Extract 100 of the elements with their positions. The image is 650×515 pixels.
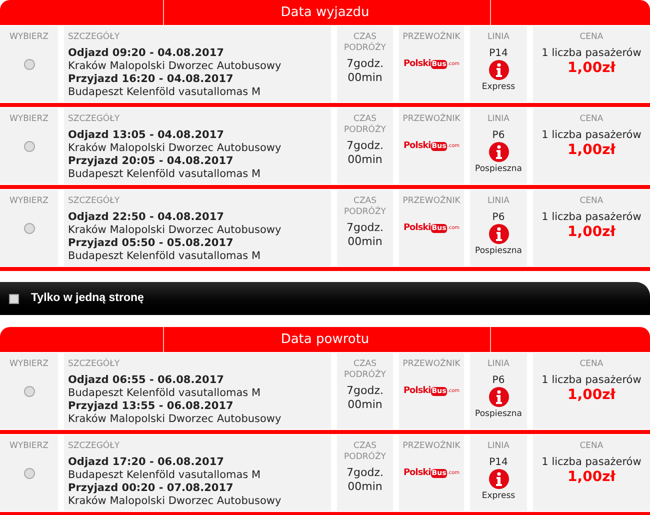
passenger-count: 1 liczba pasażerów [542,47,642,60]
line-type: Pospieszna [475,246,522,257]
column-header: LINIA [488,359,510,370]
column-header: LINIA [488,196,510,207]
column-header: PRZEWOŹNIK [402,196,460,207]
price: 1,00zł [568,387,616,404]
station-name: Kraków Malopolski Dworzec Autobusowy [68,224,282,237]
line-number: P6 [492,212,505,224]
column-header: SZCZEGÓŁY [68,359,121,370]
column-header: WYBIERZ [9,32,49,43]
duration-text: 7godz. [346,221,384,235]
logo-text: Polski [403,140,431,153]
info-icon[interactable] [488,60,508,80]
line-number: P6 [492,130,505,142]
duration-text: 00min [348,480,382,494]
station-name: Budapeszt Kelenföld vasutallomas M [68,250,262,263]
logo-text: Polski [403,58,431,71]
arrival-time: Przyjazd 00:20 - 07.08.2017 [68,482,234,495]
station-name: Budapeszt Kelenföld vasutallomas M [68,168,262,181]
column-header: PODRÓŻY [344,370,386,381]
station-name: Kraków Malopolski Dworzec Autobusowy [68,495,282,508]
info-icon[interactable] [488,142,508,162]
price: 1,00zł [568,469,616,486]
duration-text: 00min [348,153,382,167]
passenger-count: 1 liczba pasażerów [542,374,642,387]
passenger-count: 1 liczba pasażerów [542,129,642,142]
column-header: PODRÓŻY [344,125,386,136]
station-name: Budapeszt Kelenföld vasutallomas M [68,86,262,99]
column-header: CZAS [354,32,376,42]
duration-text: 00min [348,71,382,85]
departure-time: Odjazd 09:20 - 04.08.2017 [68,47,225,60]
column-header: CZAS [354,359,376,369]
info-icon[interactable] [488,387,508,407]
price: 1,00zł [568,142,616,159]
column-header: PRZEWOŹNIK [402,32,460,43]
column-header: LINIA [488,441,510,452]
station-name: Kraków Malopolski Dworzec Autobusowy [68,60,282,73]
arrival-time: Przyjazd 13:55 - 06.08.2017 [68,400,234,413]
logo-text: Polski [403,467,431,480]
column-header: PRZEWOŹNIK [402,114,460,125]
line-number: P6 [492,375,505,387]
radio-button[interactable] [24,59,34,70]
station-name: Budapeszt Kelenföld vasutallomas M [68,469,262,482]
departure-time: Odjazd 17:20 - 06.08.2017 [68,456,225,469]
column-header: CZAS [354,441,376,451]
column-header: PODRÓŻY [344,43,386,54]
duration-text: 7godz. [346,57,384,71]
column-header: CENA [580,114,604,125]
info-icon[interactable] [488,224,508,244]
column-header: SZCZEGÓŁY [68,441,121,452]
passenger-count: 1 liczba pasażerów [542,211,642,224]
passenger-count: 1 liczba pasażerów [542,456,642,469]
column-header: CENA [580,196,604,207]
column-header: SZCZEGÓŁY [68,114,121,125]
column-header: WYBIERZ [9,441,49,452]
line-type: Express [482,491,516,502]
radio-button[interactable] [24,468,34,479]
duration-text: 7godz. [346,384,384,398]
departure-time: Odjazd 22:50 - 04.08.2017 [68,211,225,224]
departure-time: Odjazd 13:05 - 04.08.2017 [68,129,225,142]
column-header: LINIA [488,32,510,43]
column-header: WYBIERZ [9,196,49,207]
radio-button[interactable] [24,386,34,397]
radio-button[interactable] [24,223,34,234]
duration-text: 7godz. [346,466,384,480]
column-header: PRZEWOŹNIK [402,441,460,452]
column-header: CENA [580,32,604,43]
line-number: P14 [489,48,508,60]
column-header: CZAS [354,196,376,206]
line-number: P14 [489,457,508,469]
duration-text: 00min [348,398,382,412]
duration-text: 7godz. [346,139,384,153]
column-header: CENA [580,441,604,452]
line-type: Pospieszna [475,409,522,420]
column-header: CENA [580,359,604,370]
column-header: SZCZEGÓŁY [68,196,121,207]
logo-text: Polski [403,222,431,235]
line-type: Pospieszna [475,164,522,175]
station-name: Budapeszt Kelenföld vasutallomas M [68,387,262,400]
info-icon[interactable] [488,469,508,489]
price: 1,00zł [568,224,616,241]
section-title: Data powrotu [280,330,370,349]
checkbox-label: Tylko w jedną stronę [31,290,144,306]
station-name: Kraków Malopolski Dworzec Autobusowy [68,142,282,155]
column-header: WYBIERZ [9,114,49,125]
arrival-time: Przyjazd 20:05 - 04.08.2017 [68,155,234,168]
line-type: Express [482,82,516,93]
price: 1,00zł [568,60,616,77]
departure-time: Odjazd 06:55 - 06.08.2017 [68,374,225,387]
logo-text: Polski [403,385,431,398]
station-name: Kraków Malopolski Dworzec Autobusowy [68,413,282,426]
checkbox[interactable] [9,294,19,304]
column-header: PODRÓŻY [344,452,386,463]
column-header: LINIA [488,114,510,125]
column-header: PODRÓŻY [344,207,386,218]
arrival-time: Przyjazd 16:20 - 04.08.2017 [68,73,234,86]
section-title: Data wyjazdu [280,4,370,22]
column-header: PRZEWOŹNIK [402,359,460,370]
column-header: SZCZEGÓŁY [68,32,121,43]
radio-button[interactable] [24,141,34,152]
